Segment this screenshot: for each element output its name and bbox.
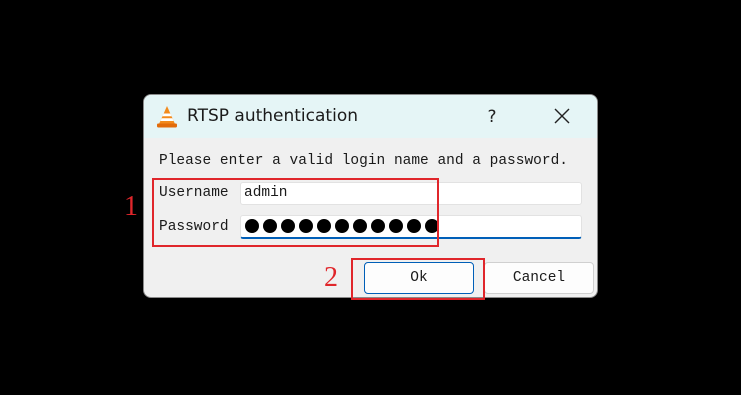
annotation-box-credentials bbox=[152, 178, 439, 247]
annotation-box-ok bbox=[351, 258, 485, 300]
prompt-text: Please enter a valid login name and a pa… bbox=[159, 153, 568, 169]
close-icon bbox=[554, 108, 570, 124]
dialog-title: RTSP authentication bbox=[187, 106, 358, 126]
close-button[interactable] bbox=[544, 101, 580, 131]
help-button[interactable]: ? bbox=[474, 103, 510, 131]
annotation-marker-2: 2 bbox=[324, 262, 338, 293]
cancel-button[interactable]: Cancel bbox=[484, 262, 594, 294]
title-bar: RTSP authentication ? bbox=[144, 95, 597, 138]
annotation-marker-1: 1 bbox=[124, 191, 138, 222]
vlc-cone-icon bbox=[157, 106, 177, 128]
